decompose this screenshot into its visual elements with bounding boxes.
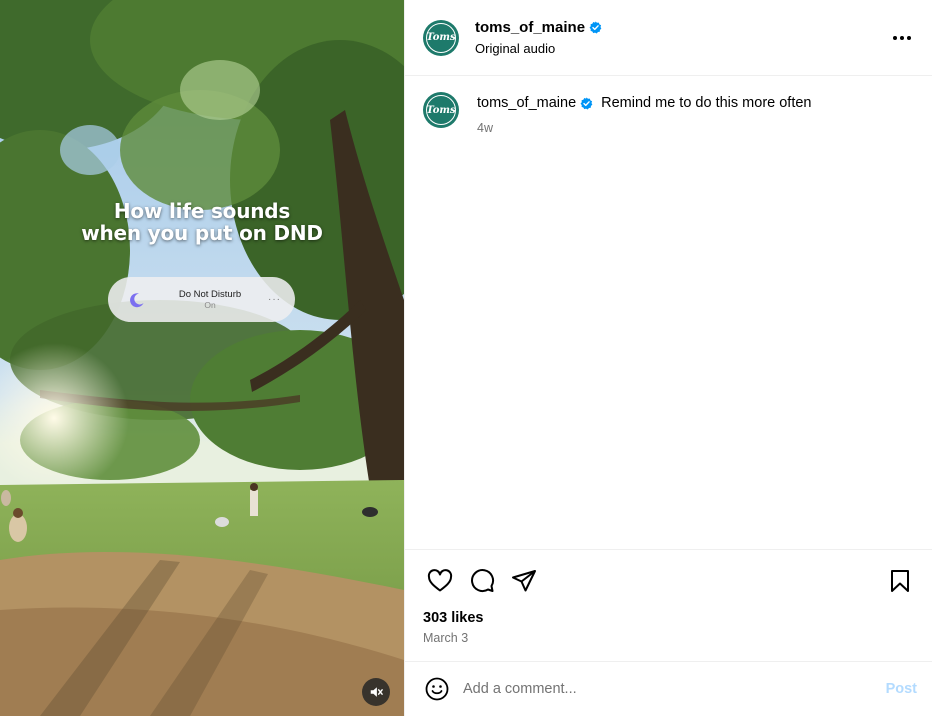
likes-section: 303 likes March 3 (405, 610, 932, 661)
post-dialog: How life sounds when you put on DND Do N… (0, 0, 932, 716)
caption-line: toms_of_maine Remind me to do this more … (477, 94, 812, 112)
save-button[interactable] (881, 562, 919, 600)
more-horizontal-icon (893, 35, 911, 40)
caption-body: toms_of_maine Remind me to do this more … (477, 92, 812, 135)
post-header: Toms toms_of_maine Original audio (405, 0, 932, 76)
comment-button[interactable] (463, 562, 501, 600)
like-count[interactable]: 303 likes (423, 610, 914, 626)
mute-button[interactable] (362, 678, 390, 706)
action-bar (405, 549, 932, 611)
more-options-button[interactable] (888, 24, 916, 52)
dnd-text: Do Not Disturb On (152, 289, 268, 311)
share-button[interactable] (505, 562, 543, 600)
post-comment-button[interactable]: Post (880, 677, 923, 701)
reel-video[interactable]: How life sounds when you put on DND Do N… (0, 0, 404, 716)
heart-icon (427, 568, 453, 591)
bookmark-icon (891, 569, 909, 592)
verified-badge-icon (589, 21, 602, 34)
overlay-line-2: when you put on DND (81, 221, 323, 245)
park-scene-image (0, 0, 404, 716)
moon-icon (130, 292, 144, 307)
verified-badge-icon (580, 97, 593, 109)
caption-username[interactable]: toms_of_maine (477, 94, 597, 112)
avatar-logo: Toms (426, 22, 456, 53)
emoji-icon (425, 677, 449, 701)
original-audio-link[interactable]: Original audio (475, 41, 888, 56)
post-date[interactable]: March 3 (423, 631, 914, 645)
comment-icon (471, 568, 495, 592)
emoji-button[interactable] (421, 673, 453, 705)
caption-avatar[interactable]: Toms (423, 92, 459, 128)
add-comment-bar: Post (405, 661, 932, 716)
dnd-more-icon: ··· (268, 294, 281, 305)
caption-username-text: toms_of_maine (477, 95, 577, 111)
post-details-panel: Toms toms_of_maine Original audio Toms t… (404, 0, 932, 716)
caption-avatar-logo: Toms (426, 95, 456, 125)
header-username-text: toms_of_maine (475, 19, 586, 36)
video-overlay-text: How life sounds when you put on DND (0, 200, 404, 244)
caption-timestamp[interactable]: 4w (477, 121, 812, 135)
header-text: toms_of_maine Original audio (475, 19, 888, 56)
comment-input[interactable] (463, 681, 880, 697)
caption-text: Remind me to do this more often (601, 95, 812, 111)
share-icon (512, 569, 536, 591)
dnd-status: On (204, 299, 216, 310)
avatar[interactable]: Toms (423, 19, 459, 56)
like-button[interactable] (421, 562, 459, 600)
do-not-disturb-pill: Do Not Disturb On ··· (108, 277, 295, 322)
caption: Toms toms_of_maine Remind me to do this … (423, 92, 916, 135)
comments-section: Toms toms_of_maine Remind me to do this … (405, 76, 932, 549)
header-username[interactable]: toms_of_maine (475, 19, 602, 36)
overlay-line-1: How life sounds (113, 199, 291, 223)
dnd-title: Do Not Disturb (178, 288, 242, 300)
speaker-muted-icon (370, 687, 383, 697)
